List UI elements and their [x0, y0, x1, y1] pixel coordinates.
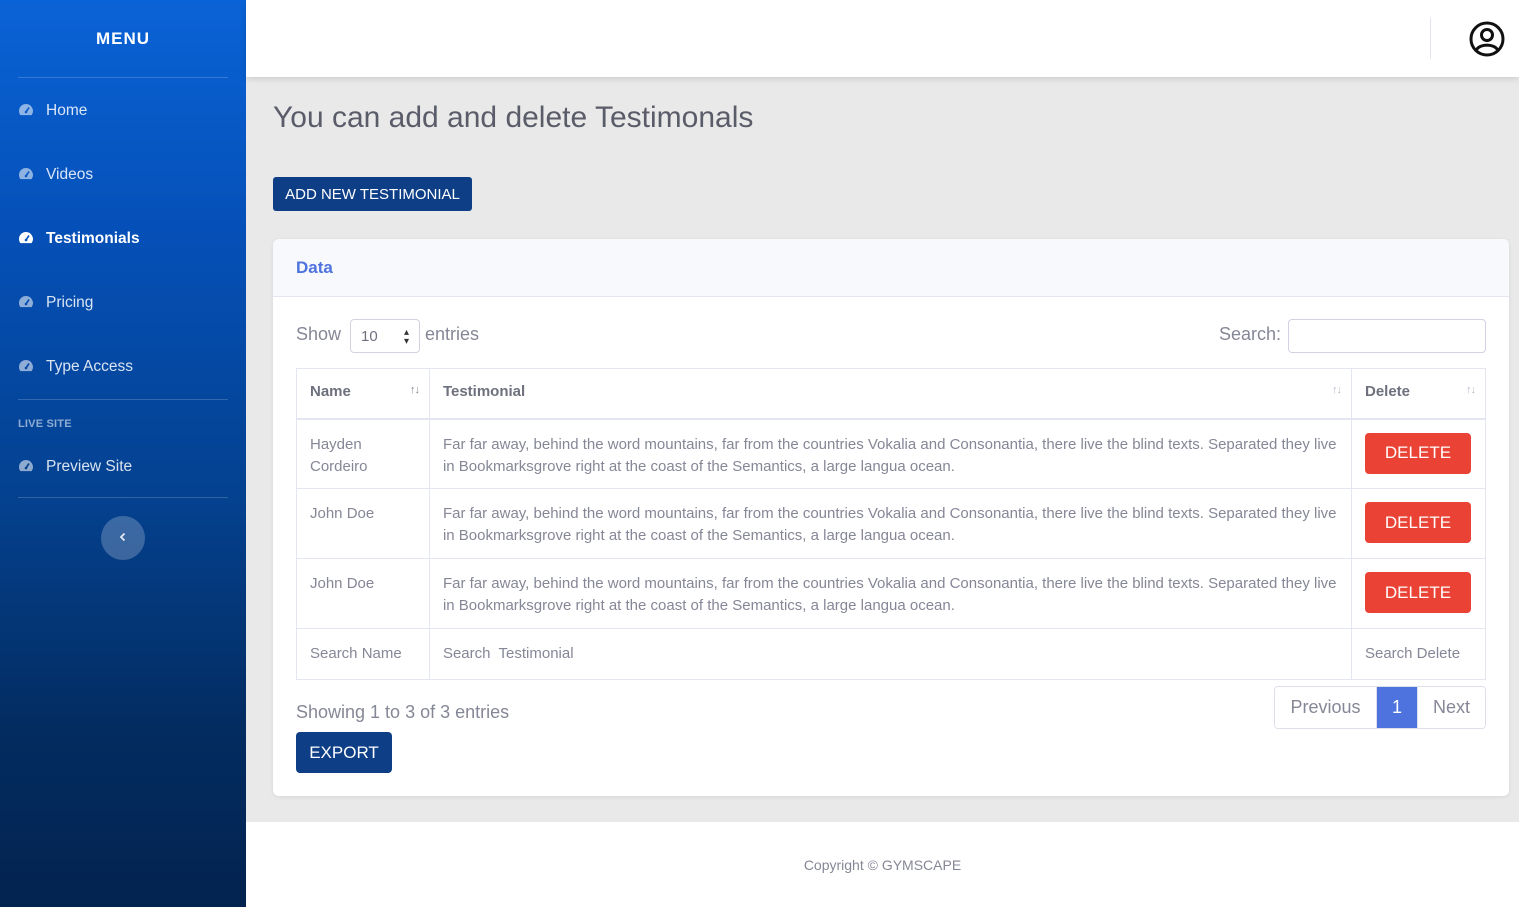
table-controls: Show 10 ▴ ▾ entries Search: — [296, 319, 1486, 353]
filter-name[interactable]: Search Name — [296, 628, 430, 680]
table-row: John Doe Far far away, behind the word m… — [296, 558, 1487, 629]
sidebar-toggle-wrap — [0, 516, 246, 560]
topbar — [246, 0, 1519, 77]
sort-caret-icon: ▴ ▾ — [403, 327, 409, 347]
sidebar-item-home[interactable]: Home — [0, 79, 246, 143]
card-header: Data — [273, 239, 1509, 297]
table-row: Hayden Cordeiro Far far away, behind the… — [296, 418, 1487, 489]
entries-length-value: 10 — [361, 327, 378, 345]
entries-label: entries — [425, 324, 480, 344]
user-circle-icon[interactable] — [1469, 21, 1505, 57]
filter-testimonial[interactable]: Search Testimonial — [428, 628, 1352, 680]
testimonials-table: Name ↑↓ Testimonial ↑↓ Delete ↑↓ Hayden … — [296, 368, 1487, 680]
sidebar-item-preview-site[interactable]: Preview Site — [0, 437, 246, 497]
entries-length-select[interactable]: 10 ▴ ▾ — [350, 319, 420, 353]
cell-name: Hayden Cordeiro — [296, 418, 430, 489]
cell-delete: DELETE — [1350, 558, 1487, 629]
column-header-testimonial[interactable]: Testimonial ↑↓ — [428, 368, 1352, 420]
add-testimonial-button[interactable]: ADD NEW TESTIMONIAL — [273, 177, 472, 211]
page-title: You can add and delete Testimonals — [273, 101, 754, 134]
cell-testimonial: Far far away, behind the word mountains,… — [428, 418, 1352, 489]
sidebar-item-videos[interactable]: Videos — [0, 143, 246, 207]
export-button[interactable]: EXPORT — [296, 732, 392, 773]
delete-button[interactable]: DELETE — [1364, 502, 1471, 543]
search-label: Search: — [1218, 324, 1281, 344]
table-row: John Doe Far far away, behind the word m… — [296, 488, 1487, 559]
sidebar-divider — [18, 77, 228, 78]
search-input[interactable] — [1288, 319, 1486, 353]
sort-icon: ↑↓ — [1466, 384, 1476, 396]
tachometer-icon — [18, 294, 36, 312]
pagination-previous[interactable]: Previous — [1275, 687, 1377, 728]
delete-button[interactable]: DELETE — [1364, 432, 1471, 474]
copyright-text: Copyright © GYMSCAPE — [803, 856, 962, 873]
sidebar-item-pricing[interactable]: Pricing — [0, 271, 246, 335]
table-info: Showing 1 to 3 of 3 entries — [296, 702, 510, 722]
delete-button[interactable]: DELETE — [1364, 572, 1471, 613]
cell-name: John Doe — [296, 558, 430, 629]
sidebar-item-label: Preview Site — [46, 458, 133, 475]
pagination: Previous 1 Next — [1274, 686, 1486, 729]
pagination-next[interactable]: Next — [1417, 687, 1485, 728]
column-header-delete[interactable]: Delete ↑↓ — [1350, 368, 1487, 420]
tachometer-icon — [18, 102, 36, 120]
sidebar-toggle-button[interactable] — [101, 516, 145, 560]
table-filter-row: Search Name Search Testimonial Search De… — [296, 628, 1487, 680]
sidebar-item-testimonials[interactable]: Testimonials — [0, 207, 246, 271]
sidebar-divider — [18, 497, 228, 498]
cell-delete: DELETE — [1350, 488, 1487, 559]
sidebar: MENU Home Videos Testimonials Pricing Ty… — [0, 0, 246, 907]
sidebar-item-label: Testimonials — [46, 230, 140, 247]
data-card: Data Show 10 ▴ ▾ entries Search: Name ↑↓ … — [273, 239, 1509, 796]
sidebar-item-type-access[interactable]: Type Access — [0, 335, 246, 399]
tachometer-icon — [18, 358, 36, 376]
tachometer-icon — [18, 230, 36, 248]
sidebar-heading: LIVE SITE — [18, 418, 72, 430]
sidebar-item-label: Type Access — [46, 358, 134, 375]
tachometer-icon — [18, 166, 36, 184]
card-title: Data — [296, 257, 333, 277]
cell-testimonial: Far far away, behind the word mountains,… — [428, 558, 1352, 629]
sidebar-item-label: Videos — [46, 166, 94, 183]
sort-asc-icon: ↑↓ — [409, 384, 420, 396]
sidebar-item-label: Pricing — [46, 294, 94, 311]
cell-delete: DELETE — [1350, 418, 1487, 489]
sidebar-brand: MENU — [95, 28, 151, 48]
show-label: Show — [296, 324, 342, 344]
filter-delete[interactable]: Search Delete — [1350, 628, 1487, 680]
cell-name: John Doe — [296, 488, 430, 559]
topbar-divider — [1430, 18, 1431, 59]
sort-icon: ↑↓ — [1331, 384, 1342, 396]
table-header-row: Name ↑↓ Testimonial ↑↓ Delete ↑↓ — [296, 368, 1487, 420]
pagination-page-1[interactable]: 1 — [1377, 687, 1417, 728]
sidebar-item-label: Home — [46, 102, 88, 119]
footer: Copyright © GYMSCAPE — [246, 822, 1519, 907]
chevron-left-icon — [118, 529, 128, 547]
tachometer-icon — [18, 458, 36, 476]
cell-testimonial: Far far away, behind the word mountains,… — [428, 488, 1352, 559]
column-header-name[interactable]: Name ↑↓ — [296, 368, 430, 420]
